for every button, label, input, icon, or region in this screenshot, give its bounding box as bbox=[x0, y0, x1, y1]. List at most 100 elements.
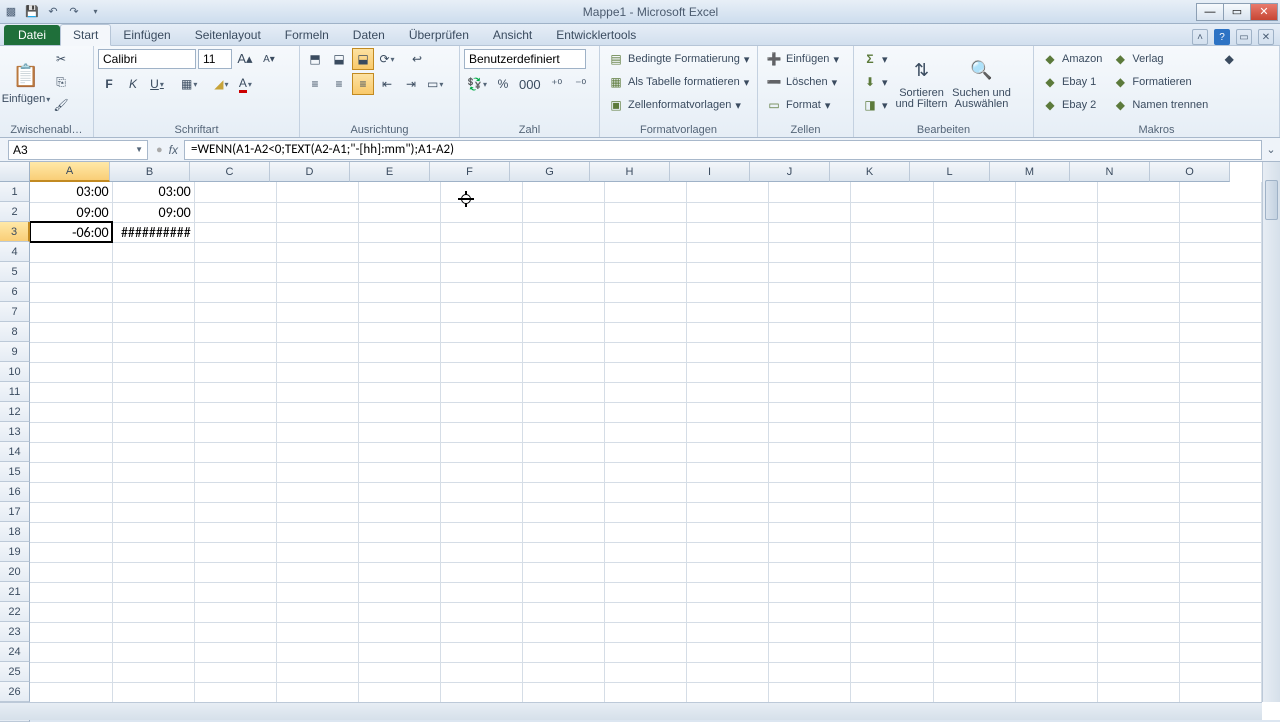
redo-icon[interactable]: ↷ bbox=[65, 3, 83, 21]
font-name-combo[interactable] bbox=[98, 49, 196, 69]
cell-H10[interactable] bbox=[605, 362, 687, 382]
cell-J10[interactable] bbox=[769, 362, 851, 382]
cell-F26[interactable] bbox=[440, 682, 522, 702]
cell-F9[interactable] bbox=[440, 342, 522, 362]
cell-K1[interactable] bbox=[851, 182, 933, 202]
cell-L20[interactable] bbox=[933, 562, 1015, 582]
cell-M10[interactable] bbox=[1015, 362, 1097, 382]
cell-G22[interactable] bbox=[523, 602, 605, 622]
cell-A8[interactable] bbox=[30, 322, 112, 342]
cell-G10[interactable] bbox=[523, 362, 605, 382]
cell-H23[interactable] bbox=[605, 622, 687, 642]
cell-O7[interactable] bbox=[1179, 302, 1261, 322]
row-header-7[interactable]: 7 bbox=[0, 302, 30, 322]
fx-icon[interactable]: fx bbox=[169, 143, 178, 157]
cell-G15[interactable] bbox=[523, 462, 605, 482]
cell-A24[interactable] bbox=[30, 642, 112, 662]
cell-I26[interactable] bbox=[687, 682, 769, 702]
cell-L11[interactable] bbox=[933, 382, 1015, 402]
cell-L22[interactable] bbox=[933, 602, 1015, 622]
cell-H17[interactable] bbox=[605, 502, 687, 522]
cell-J8[interactable] bbox=[769, 322, 851, 342]
cell-J3[interactable] bbox=[769, 222, 851, 242]
accounting-format-icon[interactable]: 💱 bbox=[464, 73, 490, 95]
cell-I15[interactable] bbox=[687, 462, 769, 482]
cell-H8[interactable] bbox=[605, 322, 687, 342]
cell-B2[interactable]: 09:00 bbox=[112, 202, 194, 222]
cell-N8[interactable] bbox=[1097, 322, 1179, 342]
increase-indent-icon[interactable]: ⇥ bbox=[400, 73, 422, 95]
cell-I21[interactable] bbox=[687, 582, 769, 602]
row-header-6[interactable]: 6 bbox=[0, 282, 30, 302]
cell-A3[interactable]: -06:00 bbox=[30, 222, 112, 242]
cell-H11[interactable] bbox=[605, 382, 687, 402]
borders-icon[interactable]: ▦ bbox=[178, 73, 200, 95]
cell-G5[interactable] bbox=[523, 262, 605, 282]
cell-J2[interactable] bbox=[769, 202, 851, 222]
cell-E2[interactable] bbox=[358, 202, 440, 222]
cell-C2[interactable] bbox=[194, 202, 276, 222]
cell-K4[interactable] bbox=[851, 242, 933, 262]
cell-E1[interactable] bbox=[358, 182, 440, 202]
cell-E13[interactable] bbox=[358, 422, 440, 442]
cell-A11[interactable] bbox=[30, 382, 112, 402]
cell-D17[interactable] bbox=[276, 502, 358, 522]
cell-E18[interactable] bbox=[358, 522, 440, 542]
cell-D20[interactable] bbox=[276, 562, 358, 582]
formula-input[interactable]: =WENN(A1-A2<0;TEXT(A2-A1;"-[hh]:mm");A1-… bbox=[184, 140, 1262, 160]
cell-L24[interactable] bbox=[933, 642, 1015, 662]
cell-B20[interactable] bbox=[112, 562, 194, 582]
cell-N18[interactable] bbox=[1097, 522, 1179, 542]
cell-J16[interactable] bbox=[769, 482, 851, 502]
cell-M9[interactable] bbox=[1015, 342, 1097, 362]
column-header-L[interactable]: L bbox=[910, 162, 990, 182]
cell-G14[interactable] bbox=[523, 442, 605, 462]
row-header-8[interactable]: 8 bbox=[0, 322, 30, 342]
cell-F25[interactable] bbox=[440, 662, 522, 682]
cell-I25[interactable] bbox=[687, 662, 769, 682]
cell-E21[interactable] bbox=[358, 582, 440, 602]
cell-F23[interactable] bbox=[440, 622, 522, 642]
align-left-icon[interactable]: ≡ bbox=[304, 73, 326, 95]
cell-B11[interactable] bbox=[112, 382, 194, 402]
column-header-J[interactable]: J bbox=[750, 162, 830, 182]
cell-I9[interactable] bbox=[687, 342, 769, 362]
cell-I16[interactable] bbox=[687, 482, 769, 502]
cell-I19[interactable] bbox=[687, 542, 769, 562]
workbook-close-icon[interactable]: ✕ bbox=[1258, 29, 1274, 45]
row-header-14[interactable]: 14 bbox=[0, 442, 30, 462]
cell-A5[interactable] bbox=[30, 262, 112, 282]
format-cells-button[interactable]: ▭Format ▾ bbox=[762, 94, 843, 116]
cell-B10[interactable] bbox=[112, 362, 194, 382]
cell-D21[interactable] bbox=[276, 582, 358, 602]
cell-K24[interactable] bbox=[851, 642, 933, 662]
cell-F1[interactable] bbox=[440, 182, 522, 202]
undo-icon[interactable]: ↶ bbox=[44, 3, 62, 21]
align-top-icon[interactable]: ⬒ bbox=[304, 48, 326, 70]
macro-ebay1-button[interactable]: ◆Ebay 1 bbox=[1038, 71, 1106, 93]
cell-N22[interactable] bbox=[1097, 602, 1179, 622]
cell-G24[interactable] bbox=[523, 642, 605, 662]
cell-N24[interactable] bbox=[1097, 642, 1179, 662]
cell-G13[interactable] bbox=[523, 422, 605, 442]
cell-M15[interactable] bbox=[1015, 462, 1097, 482]
cell-K17[interactable] bbox=[851, 502, 933, 522]
cell-O15[interactable] bbox=[1179, 462, 1261, 482]
row-header-15[interactable]: 15 bbox=[0, 462, 30, 482]
cell-J4[interactable] bbox=[769, 242, 851, 262]
cell-H21[interactable] bbox=[605, 582, 687, 602]
cell-B22[interactable] bbox=[112, 602, 194, 622]
cell-I22[interactable] bbox=[687, 602, 769, 622]
cell-O13[interactable] bbox=[1179, 422, 1261, 442]
cell-M21[interactable] bbox=[1015, 582, 1097, 602]
cell-K9[interactable] bbox=[851, 342, 933, 362]
cell-E24[interactable] bbox=[358, 642, 440, 662]
cell-N15[interactable] bbox=[1097, 462, 1179, 482]
autosum-button[interactable]: Σ▾ bbox=[858, 48, 892, 70]
column-header-I[interactable]: I bbox=[670, 162, 750, 182]
cell-O6[interactable] bbox=[1179, 282, 1261, 302]
cell-K11[interactable] bbox=[851, 382, 933, 402]
cell-O16[interactable] bbox=[1179, 482, 1261, 502]
insert-cells-button[interactable]: ➕Einfügen ▾ bbox=[762, 48, 843, 70]
cell-C24[interactable] bbox=[194, 642, 276, 662]
